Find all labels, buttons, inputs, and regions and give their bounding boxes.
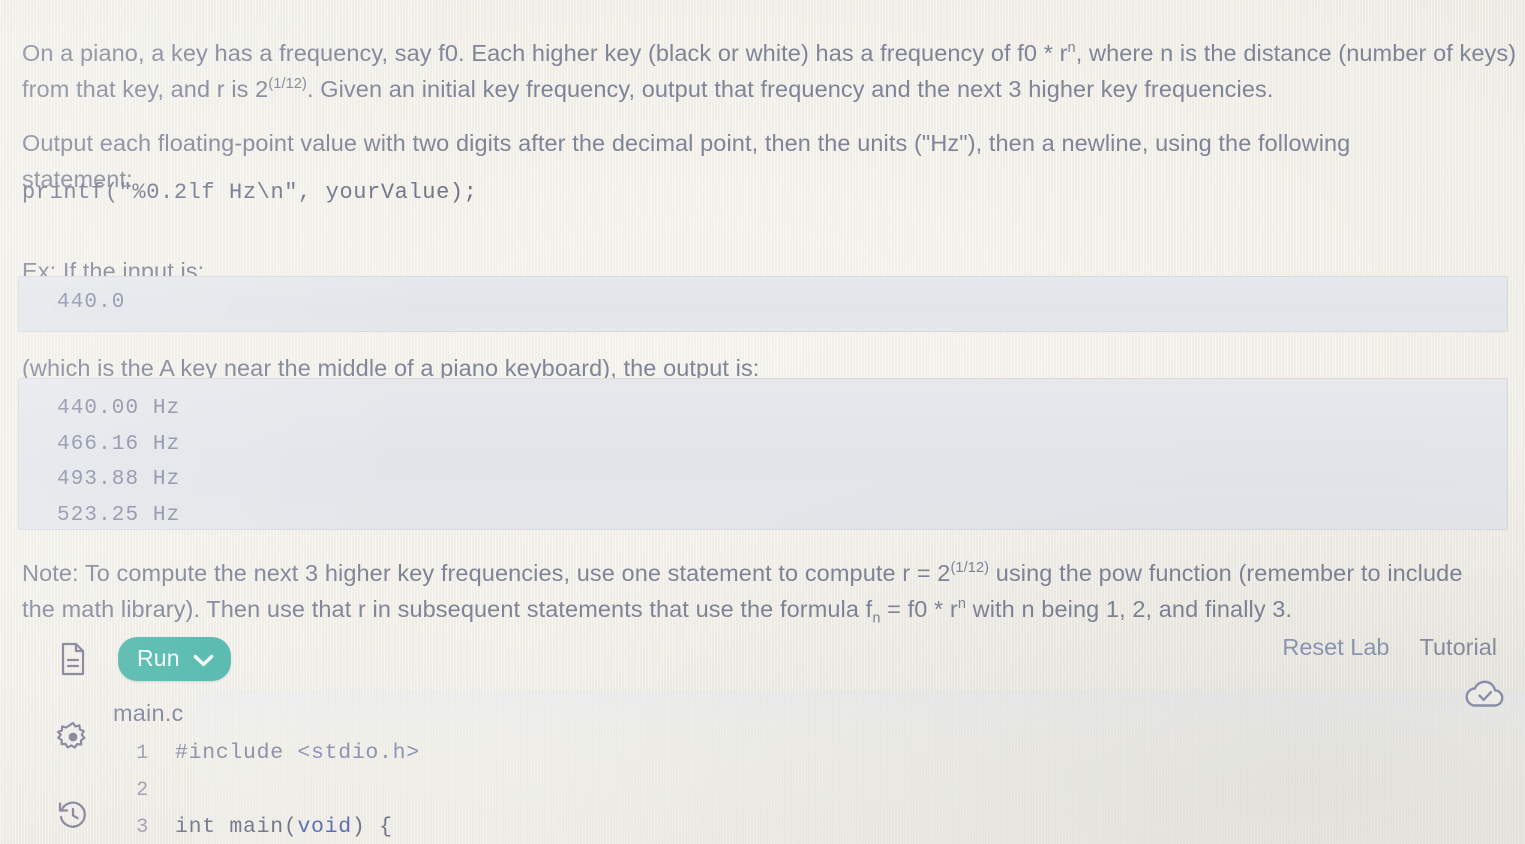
code-token-main: main — [229, 815, 284, 839]
example-output-line: 523.25 Hz — [57, 503, 181, 527]
code-line: 2 — [113, 772, 1513, 809]
example-input-block: 440.0 — [18, 276, 1508, 332]
problem-intro-paragraph: On a piano, a key has a frequency, say f… — [22, 35, 1518, 107]
intro-superscript-twelfth: (1/12) — [268, 75, 307, 92]
code-token-int: int — [175, 815, 230, 839]
line-number: 2 — [136, 779, 149, 802]
history-icon[interactable] — [52, 794, 94, 836]
code-token-paren-open: ( — [283, 815, 298, 839]
printf-statement: printf("%0.2lf Hz\n", yourValue); — [22, 180, 478, 205]
code-line-content: #include <stdio.h> — [175, 735, 420, 771]
reset-lab-link[interactable]: Reset Lab — [1282, 634, 1389, 661]
code-token-header: <stdio.h> — [297, 741, 420, 765]
chevron-down-icon — [193, 646, 214, 673]
intro-superscript-n: n — [1067, 39, 1076, 56]
document-icon[interactable] — [52, 638, 94, 680]
line-number: 1 — [136, 742, 149, 765]
tutorial-link[interactable]: Tutorial — [1420, 634, 1498, 661]
lab-icon-rail — [44, 638, 102, 836]
code-token-brace: ) { — [351, 815, 393, 839]
note-superscript-n: n — [957, 595, 967, 612]
code-line: 1 #include <stdio.h> — [113, 735, 1513, 772]
line-number: 3 — [136, 816, 149, 839]
example-output-line: 466.16 Hz — [57, 432, 181, 456]
file-tab-main-c[interactable]: main.c — [113, 700, 183, 727]
cloud-check-icon — [1459, 673, 1511, 715]
note-superscript-twelfth: (1/12) — [950, 559, 990, 576]
intro-text-part3: . Given an initial key frequency, output… — [306, 75, 1274, 102]
code-token-void: void — [297, 815, 352, 839]
gear-icon[interactable] — [52, 716, 94, 758]
example-output-block: 440.00 Hz 466.16 Hz 493.88 Hz 523.25 Hz — [18, 378, 1508, 530]
code-line-content — [175, 772, 189, 808]
run-button-label: Run — [137, 645, 180, 671]
run-button[interactable]: Run — [118, 637, 231, 681]
example-output-line: 493.88 Hz — [57, 468, 181, 491]
code-line: 3 int main(void) { — [113, 809, 1513, 844]
example-output-line: 440.00 Hz — [57, 397, 181, 420]
code-editor[interactable]: 1 #include <stdio.h> 2 3 int main(void) … — [113, 735, 1513, 844]
lab-links: Reset Lab Tutorial — [1282, 634, 1497, 661]
code-line-content: int main(void) { — [175, 809, 393, 844]
intro-text-part1: On a piano, a key has a frequency, say f… — [22, 39, 1068, 66]
example-input-value: 440.0 — [57, 291, 126, 314]
lab-screen: On a piano, a key has a frequency, say f… — [0, 0, 1525, 844]
code-token-include: #include — [175, 741, 298, 765]
note-text-part1: Note: To compute the next 3 higher key f… — [22, 559, 951, 586]
